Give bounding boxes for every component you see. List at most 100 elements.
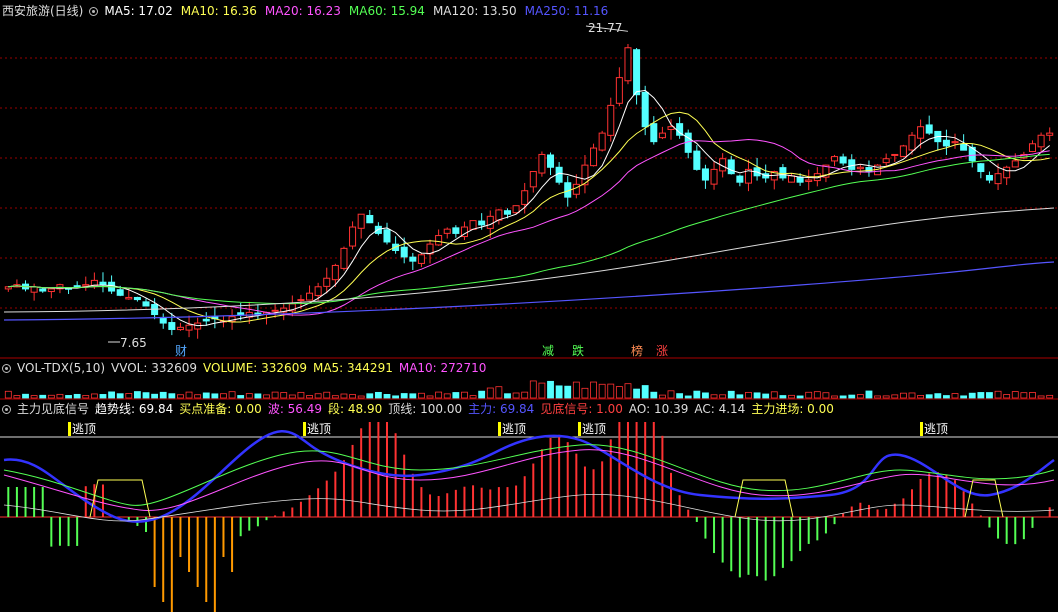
- ao-bar: [885, 508, 888, 517]
- top-signal-label: 逃顶: [920, 422, 948, 436]
- candle-body: [899, 145, 907, 157]
- volume-bar: [994, 390, 1002, 399]
- ao-bar: [213, 517, 216, 612]
- ao-bar: [842, 513, 845, 517]
- ma120-line: [3, 207, 1055, 313]
- candle-body: [297, 299, 305, 302]
- ao-bar: [601, 461, 604, 517]
- volume-bar: [934, 393, 942, 399]
- indicator-label: 段: 48.90: [328, 402, 383, 416]
- indicator-label: 主力见底信号: [17, 402, 90, 416]
- ao-bar: [583, 466, 586, 517]
- ao-bar: [153, 517, 156, 587]
- ao-bar: [7, 487, 10, 517]
- indicator-label: AO: 10.39: [628, 402, 689, 416]
- candle-body: [994, 173, 1002, 185]
- volume-bar: [349, 394, 356, 399]
- ao-bar: [377, 422, 380, 517]
- indicator-label: 趋势线: 69.84: [95, 402, 174, 416]
- ao-bar: [704, 517, 707, 539]
- volume-bar: [710, 394, 718, 399]
- settings-circle-icon[interactable]: [2, 404, 11, 414]
- indicator-label: MA5: 17.02: [104, 4, 173, 18]
- volume-bar: [977, 392, 985, 399]
- candle-body: [271, 309, 279, 312]
- ao-bar: [1022, 517, 1025, 540]
- ao-bar: [549, 437, 552, 517]
- indicator-label: 主力: 69.84: [468, 402, 535, 416]
- volume-bar: [598, 383, 606, 399]
- bottom-signal-shape: [964, 479, 1004, 518]
- volume-bar: [1029, 392, 1036, 399]
- volume-bar: [943, 395, 950, 399]
- volume-bar: [288, 394, 296, 399]
- ao-bar: [1048, 507, 1051, 517]
- ao-bar: [385, 422, 388, 517]
- event-marker[interactable]: 榜: [631, 344, 643, 358]
- volume-bar: [538, 382, 546, 399]
- ao-bar: [334, 471, 337, 517]
- volume-bar: [65, 395, 72, 399]
- ao-bar: [463, 486, 466, 517]
- candle-body: [306, 292, 314, 301]
- ao-bar: [429, 494, 432, 517]
- event-marker[interactable]: 跌: [572, 344, 584, 358]
- osc-indicators: 主力见底信号 趋势线: 69.84 买点准备: 0.00 波: 56.49 段: 48.…: [17, 401, 834, 417]
- ao-bar: [162, 517, 165, 602]
- event-marker[interactable]: 涨: [656, 344, 668, 358]
- volume-bar: [684, 395, 692, 399]
- ao-bar: [661, 435, 664, 517]
- ao-bar: [644, 422, 647, 517]
- volume-bar: [968, 392, 976, 399]
- ma-line: [8, 138, 1050, 316]
- candle-body: [82, 284, 90, 287]
- ao-bar: [670, 472, 673, 517]
- volume-bar: [469, 395, 477, 399]
- candle-body: [796, 176, 804, 183]
- volume-bar: [572, 381, 580, 399]
- settings-circle-icon[interactable]: [2, 363, 11, 373]
- ao-bar: [472, 485, 475, 517]
- candle-body: [486, 215, 494, 229]
- candle-body: [133, 296, 141, 301]
- volume-bar: [547, 380, 554, 399]
- ao-bar: [652, 422, 655, 517]
- ao-bar: [893, 503, 896, 517]
- volume-bar: [986, 392, 993, 399]
- indicator-label: VOL-TDX(5,10): [17, 361, 106, 375]
- volume-bar: [745, 391, 752, 399]
- event-marker[interactable]: 减: [542, 344, 554, 358]
- high-price-label: 21.77: [588, 21, 623, 35]
- candle-body: [417, 254, 425, 264]
- volume-bar: [658, 394, 666, 399]
- volume-bar: [495, 386, 503, 399]
- candle-body: [323, 277, 331, 287]
- volume-bar: [822, 392, 830, 399]
- ao-bar: [910, 489, 913, 517]
- volume-bar: [478, 390, 486, 399]
- ao-bar: [515, 485, 518, 517]
- settings-circle-icon[interactable]: [89, 6, 99, 16]
- ao-bar: [721, 517, 724, 563]
- candle-body: [1003, 166, 1011, 179]
- volume-bar: [856, 394, 864, 399]
- ao-bar: [773, 517, 776, 577]
- top-signal-label: 逃顶: [303, 422, 331, 436]
- volume-bar: [564, 385, 572, 399]
- candle-body: [125, 296, 133, 300]
- candle-body: [142, 301, 150, 307]
- volume-bar: [263, 394, 270, 399]
- ao-bar: [928, 473, 931, 517]
- volume-bar: [418, 392, 425, 399]
- candle-body: [977, 163, 985, 173]
- ao-bar: [997, 517, 1000, 539]
- event-marker[interactable]: 财: [175, 344, 187, 358]
- volume-bar: [306, 395, 313, 399]
- volume-bar: [357, 395, 365, 399]
- indicator-label: MA250: 11.16: [524, 4, 609, 18]
- ao-bar: [231, 517, 234, 572]
- stock-chart[interactable]: [0, 0, 1058, 612]
- volume-bar: [908, 392, 916, 399]
- volume-bar: [1003, 394, 1011, 399]
- ao-bar: [420, 487, 423, 517]
